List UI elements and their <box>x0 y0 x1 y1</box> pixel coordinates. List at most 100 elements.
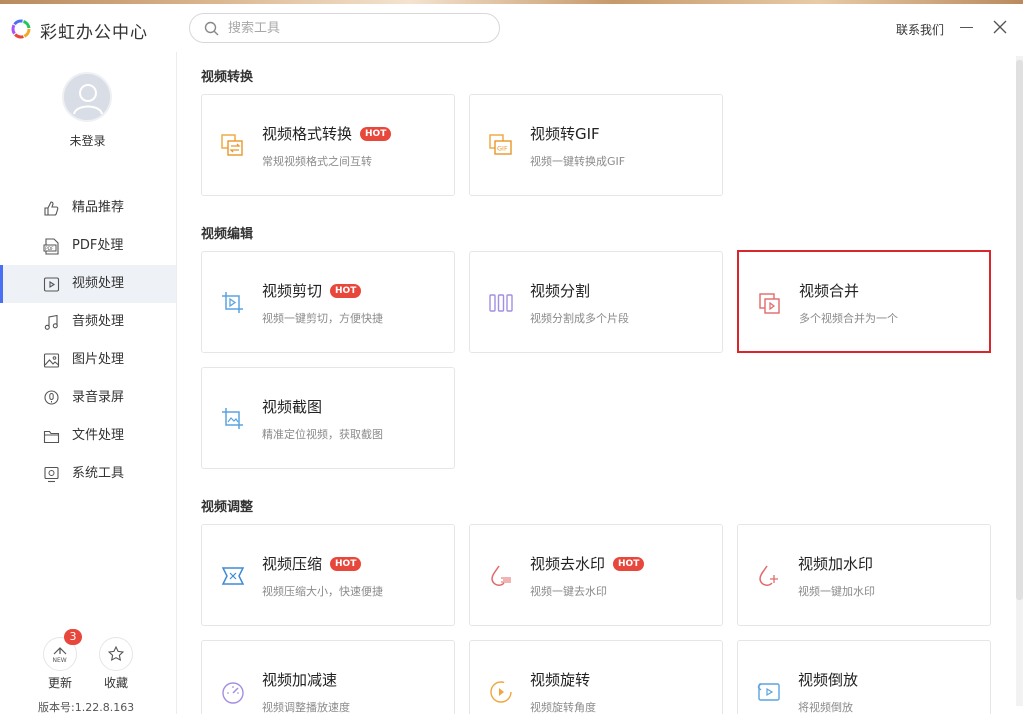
sidebar-item-label: 视频处理 <box>72 276 125 291</box>
card-title: 视频格式转换 HOT <box>262 123 392 144</box>
folder-icon <box>43 430 60 444</box>
tool-card-video-speed[interactable]: 视频加减速 视频调整播放速度 <box>201 640 455 714</box>
avatar-silhouette <box>73 84 103 115</box>
app-window: 彩虹办公中心 联系我们 未登录 <box>0 0 1023 714</box>
merge-icon <box>759 293 780 314</box>
svg-text:NEW: NEW <box>53 657 67 664</box>
rainbow-ring-logo-icon <box>11 19 31 39</box>
card-title: 视频合并 <box>799 282 860 300</box>
remove-watermark-icon <box>491 565 511 586</box>
card-description: 常规视频格式之间互转 <box>262 155 372 168</box>
sidebar-item-audio[interactable]: 音频处理 <box>0 303 176 341</box>
reverse-play-icon <box>757 683 780 701</box>
card-title: 视频转GIF <box>530 125 600 143</box>
card-title: 视频倒放 <box>798 671 859 689</box>
favorites-label: 收藏 <box>103 676 128 690</box>
tool-card-remove-watermark[interactable]: 视频去水印 HOT 视频一键去水印 <box>469 524 723 626</box>
hot-badge: HOT <box>360 127 392 141</box>
compress-icon <box>221 567 245 585</box>
card-title: 视频分割 <box>530 282 591 300</box>
minimize-button[interactable] <box>958 18 976 36</box>
card-description: 视频压缩大小，快速便捷 <box>262 585 383 598</box>
card-description: 视频一键剪切，方便快捷 <box>262 312 383 325</box>
contact-us-link[interactable]: 联系我们 <box>896 21 944 38</box>
card-description: 视频一键加水印 <box>798 585 875 598</box>
card-description: 多个视频合并为一个 <box>799 312 898 325</box>
image-icon <box>43 353 60 368</box>
sidebar-item-label: PDF处理 <box>72 238 124 253</box>
sidebar-item-recording[interactable]: 录音录屏 <box>0 379 176 417</box>
sidebar-item-label: 精品推荐 <box>72 200 125 215</box>
tool-card-video-compress[interactable]: 视频压缩 HOT 视频压缩大小，快速便捷 <box>201 524 455 626</box>
section-title-video-edit: 视频编辑 <box>201 227 254 242</box>
card-title: 视频去水印 HOT <box>530 553 645 574</box>
card-title: 视频截图 <box>262 398 323 416</box>
update-count-badge: 3 <box>64 629 82 645</box>
search-input[interactable] <box>228 19 478 37</box>
tool-card-video-reverse[interactable]: 视频倒放 将视频倒放 <box>737 640 991 714</box>
tool-card-video-split[interactable]: 视频分割 视频分割成多个片段 <box>469 251 723 353</box>
card-title: 视频旋转 <box>530 671 591 689</box>
sidebar-item-video[interactable]: 视频处理 <box>0 265 176 303</box>
search-icon <box>204 21 219 36</box>
gif-icon: GIF <box>489 134 512 155</box>
microphone-icon <box>44 390 59 405</box>
add-watermark-icon <box>759 565 778 586</box>
version-label: 版本号:1.22.8.163 <box>38 701 135 714</box>
sidebar-item-recommended[interactable]: 精品推荐 <box>0 189 176 227</box>
tool-grid-area: 视频转换 视频格式转换 HOT 常规视频格式之间互转 GIF 视频转GIF 视频一… <box>177 52 1023 714</box>
card-description: 视频调整播放速度 <box>262 701 350 714</box>
screenshot-icon <box>222 408 243 429</box>
sidebar-nav: 精品推荐 PDF PDF处理 视频处理 音频处理 图片处理 录音录屏 文件处理 … <box>0 189 176 493</box>
search-box[interactable] <box>189 13 500 43</box>
sidebar-item-label: 文件处理 <box>72 428 125 443</box>
card-title: 视频加水印 <box>798 555 874 573</box>
card-description: 视频旋转角度 <box>530 701 596 714</box>
tool-card-add-watermark[interactable]: 视频加水印 视频一键加水印 <box>737 524 991 626</box>
svg-text:PDF: PDF <box>45 246 54 252</box>
card-description: 视频一键转换成GIF <box>530 155 626 168</box>
sidebar-item-pdf[interactable]: PDF PDF处理 <box>0 227 176 265</box>
login-status[interactable]: 未登录 <box>0 132 175 149</box>
sidebar-item-image[interactable]: 图片处理 <box>0 341 176 379</box>
card-description: 将视频倒放 <box>798 701 853 714</box>
close-icon[interactable] <box>991 18 1009 36</box>
monitor-icon <box>44 466 59 483</box>
card-title: 视频加减速 <box>262 671 338 689</box>
card-description: 视频一键去水印 <box>530 585 607 598</box>
update-button[interactable]: NEW 3 <box>43 629 82 671</box>
sidebar: 未登录 精品推荐 PDF PDF处理 视频处理 音频处理 图片处理 录音录屏 文… <box>0 52 177 714</box>
speed-gauge-icon <box>222 682 244 704</box>
svg-text:GIF: GIF <box>497 145 508 153</box>
rotate-icon <box>490 681 512 703</box>
section-title-video-adjust: 视频调整 <box>201 500 254 515</box>
user-avatar-icon[interactable] <box>62 72 112 122</box>
video-icon <box>43 277 60 292</box>
star-icon <box>107 645 125 662</box>
favorites-button[interactable] <box>99 637 133 671</box>
crop-icon <box>222 292 243 313</box>
card-title: 视频剪切 HOT <box>262 280 362 301</box>
card-title: 视频压缩 HOT <box>262 553 362 574</box>
music-note-icon <box>44 314 58 330</box>
hot-badge: HOT <box>330 284 362 298</box>
tool-card-format-convert[interactable]: 视频格式转换 HOT 常规视频格式之间互转 <box>201 94 455 196</box>
sidebar-item-system[interactable]: 系统工具 <box>0 455 176 493</box>
tool-card-video-rotate[interactable]: 视频旋转 视频旋转角度 <box>469 640 723 714</box>
sidebar-item-label: 图片处理 <box>72 352 125 367</box>
sidebar-item-label: 音频处理 <box>72 314 125 329</box>
sidebar-item-files[interactable]: 文件处理 <box>0 417 176 455</box>
tool-card-video-screenshot[interactable]: 视频截图 精准定位视频，获取截图 <box>201 367 455 469</box>
hot-badge: HOT <box>613 557 645 571</box>
title-bar: 彩虹办公中心 联系我们 <box>0 4 1023 52</box>
tool-card-video-to-gif[interactable]: GIF 视频转GIF 视频一键转换成GIF <box>469 94 723 196</box>
card-description: 视频分割成多个片段 <box>530 312 629 325</box>
tool-card-video-cut[interactable]: 视频剪切 HOT 视频一键剪切，方便快捷 <box>201 251 455 353</box>
app-title: 彩虹办公中心 <box>40 23 148 43</box>
hot-badge: HOT <box>330 557 362 571</box>
thumbs-up-icon <box>44 201 59 216</box>
card-description: 精准定位视频，获取截图 <box>262 428 383 441</box>
tool-card-video-merge[interactable]: 视频合并 多个视频合并为一个 <box>737 250 991 353</box>
pdf-icon: PDF <box>43 238 59 255</box>
scrollbar-thumb[interactable] <box>1016 60 1023 600</box>
